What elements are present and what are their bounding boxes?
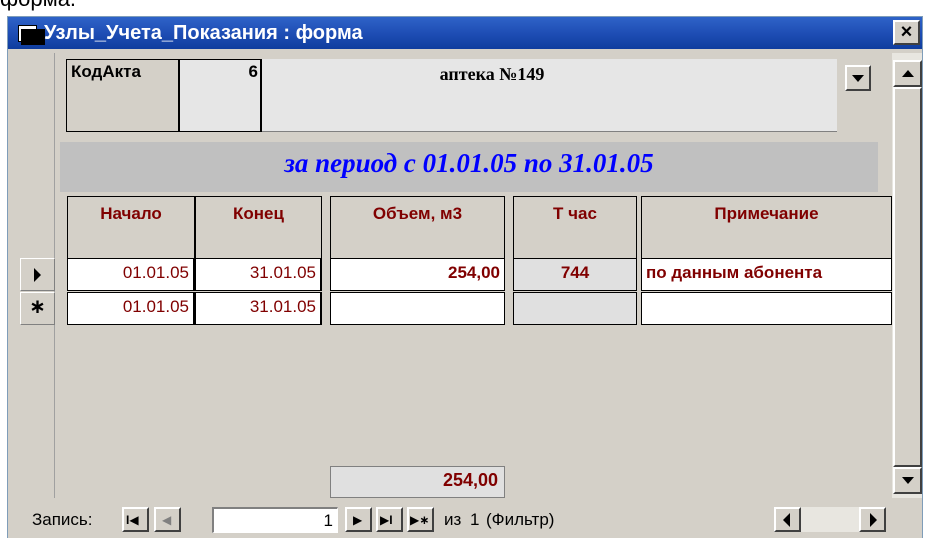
column-header-primechanie: Примечание xyxy=(641,196,892,258)
new-record-nav-icon: ▶∗ xyxy=(410,513,430,527)
row1-obem-field[interactable]: 254,00 xyxy=(330,258,505,291)
row1-tchas-field[interactable]: 744 xyxy=(513,258,637,291)
row2-tchas-field[interactable] xyxy=(513,292,637,325)
scroll-up-button[interactable] xyxy=(893,60,922,87)
scroll-right-button[interactable] xyxy=(859,507,886,532)
kodakta-label: КодАкта xyxy=(71,62,141,81)
apteka-value: аптека №149 xyxy=(439,64,545,84)
arrow-down-icon xyxy=(902,477,914,484)
previous-record-icon: ◀ xyxy=(162,513,172,527)
column-header-konec: Конец xyxy=(195,196,322,258)
next-record-icon: ▶ xyxy=(353,513,363,527)
arrow-left-icon xyxy=(783,513,790,527)
row2-nachalo-field[interactable]: 01.01.05 xyxy=(67,292,195,325)
chevron-down-icon xyxy=(852,75,864,82)
row2-konec-field[interactable]: 31.01.05 xyxy=(195,292,322,325)
first-record-button[interactable]: I◀ xyxy=(122,507,149,532)
period-title: за период с 01.01.05 по 31.01.05 xyxy=(284,148,654,178)
scroll-left-button[interactable] xyxy=(774,507,801,532)
row1-nachalo-field[interactable]: 01.01.05 xyxy=(67,258,195,291)
close-button[interactable]: × xyxy=(893,20,920,45)
window-title: Узлы_Учета_Показания : форма xyxy=(44,22,363,44)
record-of-label: из xyxy=(444,510,462,529)
column-header-nachalo: Начало xyxy=(67,196,195,258)
row1-primechanie-field[interactable]: по данным абонента xyxy=(641,258,892,291)
arrow-right-icon xyxy=(870,513,877,527)
column-header-obem: Объем, м3 xyxy=(330,196,505,258)
scroll-down-button[interactable] xyxy=(893,467,922,494)
arrow-up-icon xyxy=(902,70,914,77)
horizontal-scrollbar[interactable] xyxy=(801,507,859,532)
record-label: Запись: xyxy=(32,510,93,529)
row2-obem-field[interactable] xyxy=(330,292,505,325)
filter-indicator: (Фильтр) xyxy=(486,510,555,529)
current-record-icon xyxy=(34,268,41,282)
kodakta-value: 6 xyxy=(248,62,258,81)
last-record-icon: ▶I xyxy=(380,513,393,527)
total-obem-field: 254,00 xyxy=(330,466,505,498)
new-record-button[interactable]: ▶∗ xyxy=(407,507,434,532)
last-record-button[interactable]: ▶I xyxy=(376,507,403,532)
record-count: 1 xyxy=(470,510,480,529)
vertical-scroll-thumb[interactable] xyxy=(893,87,922,467)
outer-caption: форма. xyxy=(0,0,76,12)
form-icon xyxy=(18,25,45,45)
next-record-button[interactable]: ▶ xyxy=(345,507,372,532)
row1-konec-field[interactable]: 31.01.05 xyxy=(195,258,322,291)
previous-record-button[interactable]: ◀ xyxy=(154,507,181,532)
apteka-dropdown-button[interactable] xyxy=(845,65,871,91)
record-number-input[interactable]: 1 xyxy=(212,507,338,533)
current-record-selector[interactable] xyxy=(20,258,55,291)
column-header-tchas: Т час xyxy=(513,196,637,258)
first-record-icon: I◀ xyxy=(126,513,139,527)
row2-primechanie-field[interactable] xyxy=(641,292,892,325)
new-record-icon: ∗ xyxy=(29,296,46,318)
